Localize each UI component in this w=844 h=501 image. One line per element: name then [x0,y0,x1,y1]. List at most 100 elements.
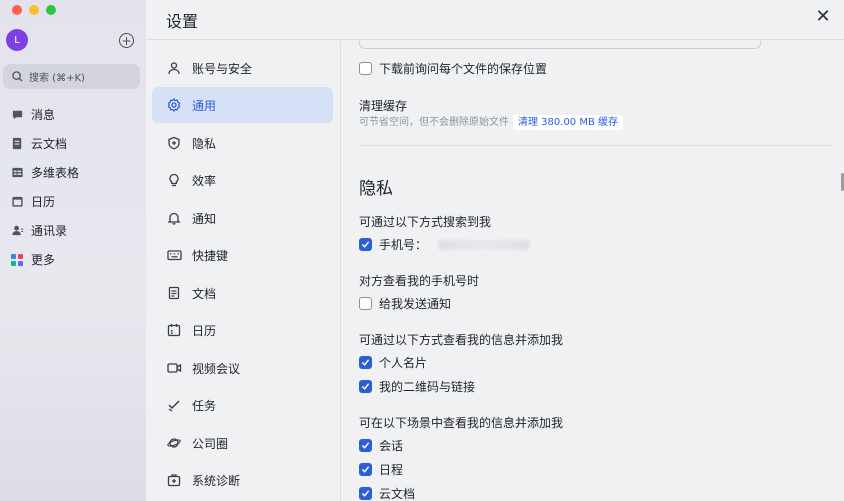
zoom-window-button[interactable] [46,5,56,15]
nav-item-messages[interactable]: 消息 [0,100,146,129]
section-divider [359,145,831,146]
notify-me-option[interactable]: 给我发送通知 [359,295,451,312]
ask-save-location-option[interactable]: 下载前询问每个文件的保存位置 [359,60,547,77]
nav-item-cloud-docs[interactable]: 云文档 [0,129,146,158]
checkbox-label: 手机号： [379,238,428,252]
download-path-field[interactable] [359,41,761,49]
search-me-title: 可通过以下方式搜索到我 [359,215,492,229]
task-check-icon [166,397,182,413]
scene-chat-option[interactable]: 会话 [359,437,403,454]
notify-me-checkbox[interactable] [359,297,372,310]
add-me-title: 可通过以下方式查看我的信息并添加我 [359,333,564,347]
category-diagnostics[interactable]: 系统诊断 [152,462,333,498]
settings-categories: 账号与安全 通用 隐私 效率 通知 快捷键 文档 日历 视频会议 任务 公司圈 … [146,48,340,501]
checkbox-label: 我的二维码与链接 [379,380,476,394]
checkbox-label: 云文档 [379,487,416,501]
category-label: 通知 [192,211,217,226]
category-label: 快捷键 [192,248,229,263]
category-video-meetings[interactable]: 视频会议 [152,350,333,386]
category-label: 效率 [192,173,217,188]
video-icon [166,360,182,376]
more-apps-icon [10,253,24,267]
avatar[interactable]: L [6,29,28,51]
clear-cache-hint-row: 可节省空间，但不会删除原始文件 清理 380.00 MB 缓存 [359,113,624,130]
checkbox-label: 给我发送通知 [379,297,452,311]
category-documents[interactable]: 文档 [152,275,333,311]
keyboard-icon [166,247,182,263]
category-calendar[interactable]: 日历 [152,312,333,348]
checkbox-label: 日程 [379,463,404,477]
search-icon [12,71,23,82]
view-phone-title: 对方查看我的手机号时 [359,274,480,288]
category-account-security[interactable]: 账号与安全 [152,50,333,86]
window-controls [12,5,56,15]
search-by-phone-checkbox[interactable] [359,238,372,251]
gear-icon [166,97,182,113]
category-efficiency[interactable]: 效率 [152,162,333,198]
nav-item-label: 通讯录 [31,224,68,238]
category-privacy[interactable]: 隐私 [152,125,333,161]
nav-item-contacts[interactable]: 通讯录 [0,216,146,245]
category-label: 通用 [192,98,217,113]
checkbox-label: 个人名片 [379,356,428,370]
nav-item-label: 多维表格 [31,166,80,180]
person-icon [166,60,182,76]
qr-link-checkbox[interactable] [359,380,372,393]
category-label: 账号与安全 [192,61,253,76]
nav-item-label: 消息 [31,108,56,122]
create-plus-icon[interactable]: + [119,33,134,48]
scene-chat-checkbox[interactable] [359,439,372,452]
business-card-option[interactable]: 个人名片 [359,354,427,371]
calendar-icon [166,322,182,338]
search-by-phone-option[interactable]: 手机号： [359,236,531,253]
ask-save-location-checkbox[interactable] [359,62,372,75]
minimize-window-button[interactable] [29,5,39,15]
clear-cache-link[interactable]: 清理 380.00 MB 缓存 [513,115,624,130]
category-notifications[interactable]: 通知 [152,200,333,236]
close-icon[interactable]: ✕ [814,8,832,26]
clear-cache-hint: 可节省空间，但不会删除原始文件 [359,117,509,128]
nav-item-label: 更多 [31,253,56,267]
category-general[interactable]: 通用 [152,87,333,123]
category-label: 视频会议 [192,361,241,376]
medkit-icon [166,472,182,488]
business-card-checkbox[interactable] [359,356,372,369]
checkbox-label: 下载前询问每个文件的保存位置 [379,62,548,76]
privacy-section-title: 隐私 [359,179,393,199]
scenes-title: 可在以下场景中查看我的信息并添加我 [359,416,564,430]
scene-events-option[interactable]: 日程 [359,461,403,478]
checkbox-label: 会话 [379,439,404,453]
nav-item-calendar[interactable]: 日历 [0,187,146,216]
scene-docs-option[interactable]: 云文档 [359,485,415,501]
category-shortcuts[interactable]: 快捷键 [152,237,333,273]
qr-link-option[interactable]: 我的二维码与链接 [359,378,475,395]
settings-content[interactable]: 下载前询问每个文件的保存位置 清理缓存 可节省空间，但不会删除原始文件 清理 38… [340,41,844,501]
bell-icon [166,210,182,226]
app-sidebar: L + 搜索 (⌘+K) 消息 云文档 多维表格 日历 通讯录 更多 [0,0,146,501]
nav-item-label: 云文档 [31,137,68,151]
shield-icon [166,135,182,151]
page-title: 设置 [166,12,199,31]
lightbulb-icon [166,172,182,188]
planet-icon [166,435,182,451]
document-icon [166,285,182,301]
nav-item-base[interactable]: 多维表格 [0,158,146,187]
settings-header: 设置 ✕ [146,0,844,40]
category-tasks[interactable]: 任务 [152,387,333,423]
scene-docs-checkbox[interactable] [359,487,372,500]
category-label: 公司圈 [192,436,229,451]
search-placeholder: 搜索 (⌘+K) [29,73,85,84]
category-label: 隐私 [192,136,217,151]
settings-window: 设置 ✕ 账号与安全 通用 隐私 效率 通知 快捷键 文档 日历 视频会议 任务… [146,0,844,501]
app-nav: 消息 云文档 多维表格 日历 通讯录 更多 [0,100,146,274]
scene-events-checkbox[interactable] [359,463,372,476]
search-input[interactable]: 搜索 (⌘+K) [3,64,140,89]
cloud-doc-icon [10,137,24,151]
close-window-button[interactable] [12,5,22,15]
base-table-icon [10,166,24,180]
category-label: 日历 [192,323,217,338]
category-moments[interactable]: 公司圈 [152,425,333,461]
contacts-icon [10,224,24,238]
nav-item-more[interactable]: 更多 [0,245,146,274]
phone-number-redacted [438,239,531,250]
